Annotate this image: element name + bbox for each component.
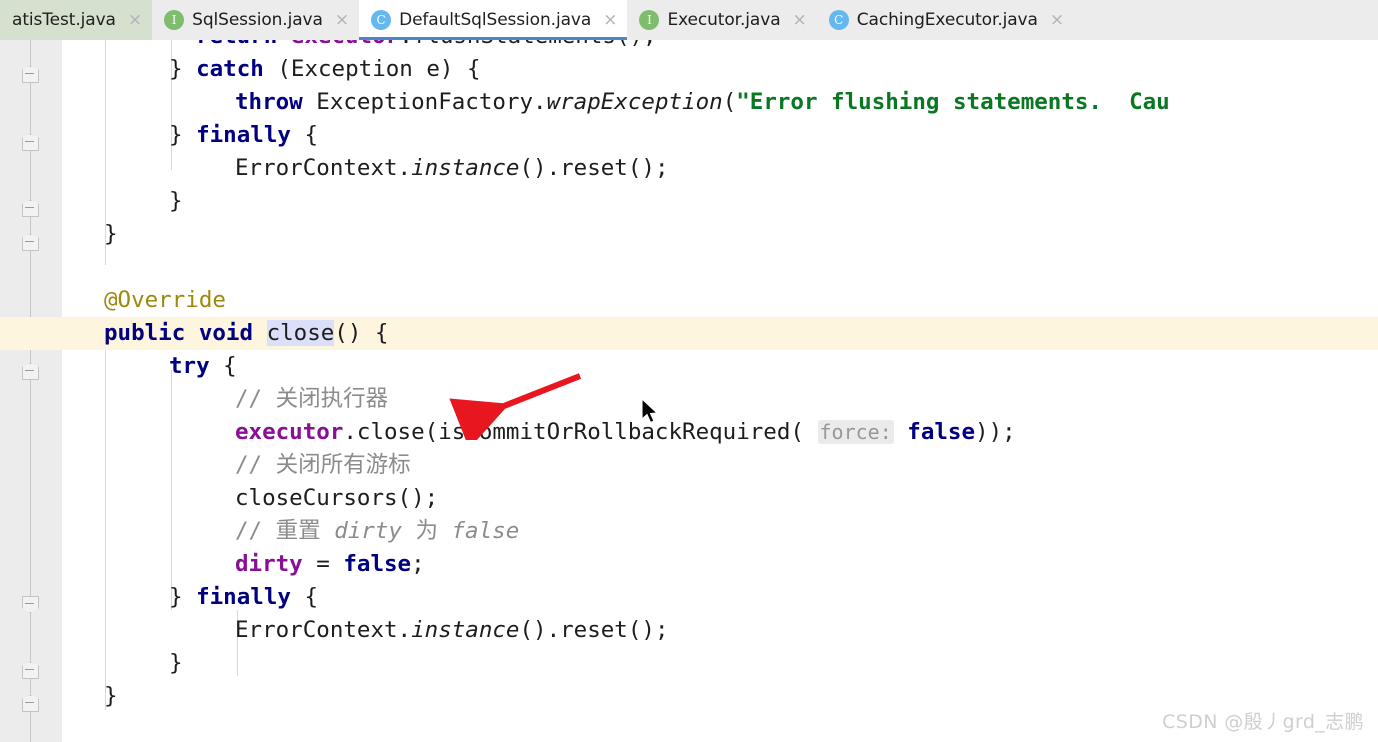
code-line[interactable]: ErrorContext.instance().reset(); [0,152,1378,185]
code-line-blank[interactable] [0,251,1378,284]
tab-sqlsession[interactable]: I SqlSession.java × [152,0,360,40]
code-line[interactable]: } catch (Exception e) { [0,53,1378,86]
tab-label: SqlSession.java [192,10,323,30]
code-line[interactable]: ErrorContext.instance().reset(); [0,614,1378,647]
code-line[interactable]: return executor.flushStatements(); [0,40,1378,53]
tab-bar-empty-space [1074,0,1378,40]
token-annotation: @Override [104,287,226,313]
token-string: "Error flushing statements. Cau [736,89,1170,115]
token-comment: // 重置 [235,518,335,544]
tab-label: Executor.java [667,10,781,30]
tab-cachingexecutor[interactable]: C CachingExecutor.java × [816,0,1075,40]
code-line[interactable]: @Override [0,284,1378,317]
class-icon: C [371,10,392,30]
code-line-comment[interactable]: // 重置 dirty 为 false [0,515,1378,548]
close-icon[interactable]: × [603,11,617,29]
code-line-comment[interactable]: // 关闭执行器 [0,383,1378,416]
token-field: executor [235,419,344,445]
parameter-hint[interactable]: force: [817,420,894,444]
tab-atistest[interactable]: atisTest.java × [0,0,153,40]
interface-icon: I [164,10,185,30]
token-comment-italic: false [451,518,520,544]
token-keyword: void [198,320,254,346]
close-icon[interactable]: × [128,11,142,29]
token-keyword: finally [196,122,291,148]
token-static-method: wrapException [546,89,723,115]
token-keyword: false [907,419,976,445]
editor-tab-bar: atisTest.java × I SqlSession.java × C De… [0,0,1378,40]
token-static-method: instance [411,617,520,643]
code-text-area[interactable]: return executor.flushStatements(); } cat… [0,40,1378,742]
code-line[interactable]: } [0,218,1378,251]
code-editor[interactable]: return executor.flushStatements(); } cat… [0,40,1378,742]
code-line[interactable]: closeCursors(); [0,482,1378,515]
code-line-comment[interactable]: // 关闭所有游标 [0,449,1378,482]
token-keyword: return [196,40,277,49]
code-line[interactable]: } [0,647,1378,680]
close-icon[interactable]: × [793,11,807,29]
token-field: dirty [235,551,303,577]
tab-label: atisTest.java [12,10,116,30]
code-line[interactable]: } finally { [0,581,1378,614]
code-line-caret[interactable]: public void close() { [0,317,1378,350]
token-method-name: close [266,320,335,346]
token-comment: // 关闭所有游标 [235,452,411,478]
token-call: .flushStatements(); [399,40,656,49]
token-keyword: throw [235,89,303,115]
close-icon[interactable]: × [335,11,349,29]
token-keyword: catch [196,56,264,82]
token-static-method: instance [411,155,520,181]
tab-label: CachingExecutor.java [856,10,1038,30]
token-keyword: public [104,320,186,346]
tab-label: DefaultSqlSession.java [399,10,592,30]
token-comment-italic: dirty [334,518,402,544]
code-line[interactable]: } finally { [0,119,1378,152]
class-icon: C [828,10,849,30]
token-comment: 为 [401,518,452,544]
token-comment: // 关闭执行器 [235,386,389,412]
code-line[interactable]: try { [0,350,1378,383]
csdn-watermark: CSDN @殷丿grd_志鹏 [1162,711,1364,733]
tab-executor[interactable]: I Executor.java × [627,0,817,40]
token-field: executor [291,40,399,49]
token-keyword: finally [196,584,291,610]
tab-defaultsqlsession[interactable]: C DefaultSqlSession.java × [359,0,628,40]
close-icon[interactable]: × [1050,11,1064,29]
code-line[interactable]: } [0,185,1378,218]
code-line[interactable]: throw ExceptionFactory.wrapException("Er… [0,86,1378,119]
token-keyword: false [343,551,412,577]
code-line[interactable]: executor.close(isCommitOrRollbackRequire… [0,416,1378,449]
code-line[interactable]: dirty = false; [0,548,1378,581]
token-keyword: try [169,353,210,379]
interface-icon: I [639,10,660,30]
